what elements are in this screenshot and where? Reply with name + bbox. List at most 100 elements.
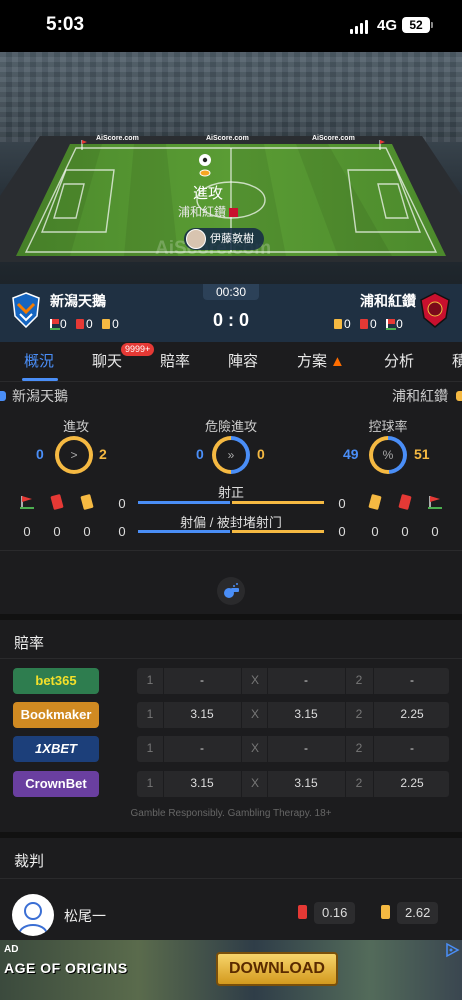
board-text: AiScore.com <box>206 135 249 142</box>
tab-bar: 概況 聊天 9999+ 賠率 陣容 方案 ▲ 分析 積 <box>0 342 462 382</box>
attack-label: 進攻 <box>62 419 89 434</box>
ball-icon <box>199 154 211 166</box>
odds-away-label: 2 <box>355 741 363 755</box>
event-title: 進攻 <box>192 185 223 202</box>
odds-home-label: 1 <box>146 776 154 790</box>
on-target-label: 射正 <box>217 485 244 500</box>
away-team-name[interactable]: 浦和紅鑽 <box>360 291 416 311</box>
adchoices-icon[interactable] <box>444 942 460 958</box>
person-icon <box>18 902 48 935</box>
home-crest-icon <box>12 292 40 328</box>
network-type: 4G <box>377 17 398 34</box>
yellow-card-icon <box>368 494 382 510</box>
home-yellow: 0 <box>112 316 119 331</box>
home-red: 0 <box>53 524 61 539</box>
odds-away: 2.25 <box>400 776 424 790</box>
tab-standings[interactable]: 積 <box>452 350 462 371</box>
away-mini-stats: 0 0 0 <box>334 316 409 331</box>
odds-away: 2.25 <box>400 707 424 721</box>
tab-overview[interactable]: 概況 <box>24 350 54 371</box>
odds-home: 3.15 <box>190 776 214 790</box>
cell-separator <box>163 736 164 762</box>
dangerous-home: 0 <box>196 446 204 462</box>
away-yellow: 0 <box>344 316 351 331</box>
attack-ring: > <box>55 436 93 474</box>
odds-title: 賠率 <box>14 635 45 652</box>
cell-separator <box>267 771 268 797</box>
home-team-name[interactable]: 新潟天鵝 <box>50 291 106 311</box>
corner-flag-icon <box>428 496 442 509</box>
stats-home-team: 新潟天鵝 <box>12 388 68 404</box>
whistle-icon <box>224 583 239 598</box>
home-color-marker <box>0 391 6 401</box>
odds-away-label: 2 <box>355 776 363 790</box>
tab-lineup[interactable]: 陣容 <box>228 350 258 371</box>
gamble-disclaimer[interactable]: Gamble Responsibly. Gambling Therapy. 18… <box>0 808 462 819</box>
cell-separator <box>373 702 374 728</box>
tab-tips-label: 方案 <box>297 353 328 370</box>
cell-separator <box>267 736 268 762</box>
cell-separator <box>241 668 242 694</box>
status-bar: 5:03 4G 52 <box>0 0 462 52</box>
away-corners: 0 <box>431 524 439 539</box>
tab-odds[interactable]: 賠率 <box>160 350 190 371</box>
whistle-button[interactable] <box>217 577 245 605</box>
stats-away-team: 浦和紅鑽 <box>392 388 448 404</box>
off-target-home: 0 <box>118 524 126 539</box>
tab-chat[interactable]: 聊天 <box>92 350 122 371</box>
odds-row[interactable]: CrownBet 1 3.15 X 3.15 2 2.25 <box>0 771 462 799</box>
cell-separator <box>345 771 346 797</box>
possession-away: 51 <box>414 446 430 462</box>
odds-row[interactable]: bet365 1 - X - 2 - <box>0 668 462 696</box>
yellow-card-icon <box>80 494 94 510</box>
cell-separator <box>345 668 346 694</box>
attack-away: 2 <box>99 446 107 462</box>
bookmaker-logo: Bookmaker <box>13 702 99 728</box>
odds-away-label: 2 <box>355 673 363 687</box>
odds-draw-label: X <box>250 776 259 790</box>
event-team: 浦和紅鑽 <box>0 203 439 220</box>
ad-download-button[interactable]: DOWNLOAD <box>216 952 338 986</box>
odds-cells: 1 3.15 X 3.15 2 2.25 <box>137 702 449 728</box>
cell-separator <box>241 702 242 728</box>
player-chip: 伊藤敦樹 <box>184 228 264 250</box>
battery-cap <box>431 22 433 28</box>
odds-row[interactable]: Bookmaker 1 3.15 X 3.15 2 2.25 <box>0 702 462 730</box>
chevron-right-icon: > <box>59 440 89 470</box>
cell-separator <box>241 736 242 762</box>
off-target-label: 射偏 / 被封堵射门 <box>180 515 282 530</box>
team-flag-icon <box>229 208 238 218</box>
odds-home-label: 1 <box>146 707 154 721</box>
board-text: AiScore.com <box>96 135 139 142</box>
status-time: 5:03 <box>46 14 85 35</box>
yellow-card-icon <box>102 318 111 329</box>
referee-name[interactable]: 松尾一 <box>64 906 106 926</box>
cell-separator <box>267 702 268 728</box>
odds-row[interactable]: 1XBET 1 - X - 2 - <box>0 736 462 764</box>
possession-ring: % <box>369 436 407 474</box>
fire-icon: ▲ <box>330 353 345 370</box>
odds-home: 3.15 <box>190 707 214 721</box>
odds-section: 賠率 bet365 1 - X - 2 - Bookmaker 1 3.15 X… <box>0 620 462 832</box>
yellow-card-icon <box>381 905 390 919</box>
cell-separator <box>373 771 374 797</box>
match-animation[interactable]: AiScore.com AiScore.com AiScore.com 進攻 浦… <box>0 52 462 284</box>
score-bar: 00:30 新潟天鵝 0 0 0 0 : 0 浦和紅鑽 0 0 0 <box>0 284 462 342</box>
off-target-bar <box>138 530 324 533</box>
signal-icon <box>350 20 370 34</box>
corner-flag-icon <box>20 496 34 509</box>
cell-separator <box>345 736 346 762</box>
cell-separator <box>267 668 268 694</box>
cell-separator <box>345 702 346 728</box>
odds-draw: 3.15 <box>294 776 318 790</box>
battery-icon: 52 <box>402 17 430 33</box>
odds-draw: 3.15 <box>294 707 318 721</box>
home-corners: 0 <box>60 316 67 331</box>
active-tab-indicator <box>22 378 58 381</box>
tab-tips[interactable]: 方案 ▲ <box>297 350 345 371</box>
away-crest-icon <box>420 292 450 328</box>
percent-icon: % <box>373 440 403 470</box>
odds-draw: - <box>304 741 308 755</box>
tab-analysis[interactable]: 分析 <box>384 350 414 371</box>
ad-banner[interactable]: AD AGE OF ORIGINS DOWNLOAD <box>0 940 462 1000</box>
